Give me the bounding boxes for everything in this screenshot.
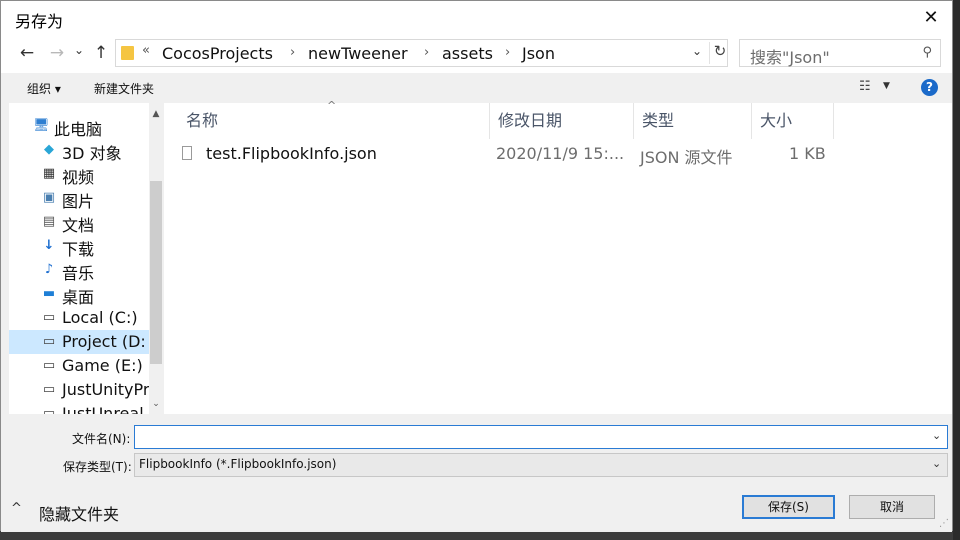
search-icon[interactable]: ⚲ [922,45,932,60]
filetype-label: 保存类型(T): [63,460,132,474]
breadcrumb-newtweener[interactable]: newTweener [308,44,408,63]
desktop-icon: ▬ [42,286,56,301]
file-row[interactable]: test.FlipbookInfo.json 2020/11/9 15:... … [172,141,832,167]
download-icon: ↓ [43,238,55,253]
chevron-up-icon: ^ [11,501,22,516]
background-editor-strip [953,0,960,540]
breadcrumb-separator[interactable]: › [290,45,295,60]
sidebar-item-label: Game (E:) [62,356,143,375]
view-options-icon[interactable]: ☷ [859,79,871,94]
sidebar-item-local-c[interactable]: ▭ Local (C:) [9,306,149,330]
filename-dropdown-icon[interactable]: ⌄ [932,429,941,442]
sidebar-item-label: JustUnreal [62,404,144,414]
address-bar[interactable]: « CocosProjects › newTweener › assets › … [115,39,728,67]
organize-button[interactable]: 组织 ▾ [27,80,61,97]
drive-c-icon: ▭ [42,310,56,325]
sidebar-item-3d-objects[interactable]: ◆ 3D 对象 [9,138,149,163]
close-icon[interactable]: ✕ [916,3,946,33]
sidebar-item-label: 图片 [62,192,95,211]
save-options-panel: 文件名(N): ⌄ 保存类型(T): FlipbookInfo (*.Flipb… [1,414,952,532]
help-icon[interactable]: ? [921,79,938,96]
column-header-date[interactable]: 修改日期 [490,103,634,139]
sidebar-item-label: 桌面 [62,288,95,307]
sidebar-item-justunity[interactable]: ▭ JustUnityPr [9,378,150,402]
3d-objects-icon: ◆ [44,142,54,157]
hide-folders-label: 隐藏文件夹 [39,505,120,524]
resize-grip-icon[interactable]: ⋰ [939,518,949,529]
sidebar-item-label: 3D 对象 [62,144,122,163]
sidebar-item-label: 音乐 [62,264,95,283]
column-header-name[interactable]: 名称 [178,103,490,139]
filename-label: 文件名(N): [72,432,131,446]
sidebar-item-game-e[interactable]: ▭ Game (E:) [9,354,149,378]
sidebar-item-videos[interactable]: ▦ 视频 [9,162,149,187]
drive-icon: ▭ [42,382,56,397]
navigation-pane: 🖥 此电脑 ◆ 3D 对象 ▦ 视频 ▣ 图片 ▤ 文档 ↓ 下载 ♪ 音乐 ▬ [9,103,163,414]
new-folder-button[interactable]: 新建文件夹 [94,80,154,97]
breadcrumb-assets[interactable]: assets [442,44,493,63]
drive-d-icon: ▭ [42,334,56,349]
folder-icon [121,46,134,60]
breadcrumb-json[interactable]: Json [522,44,555,63]
scroll-up-icon[interactable]: ▲ [149,107,163,121]
breadcrumb-separator[interactable]: › [505,45,510,60]
sidebar-item-label: 下载 [62,240,95,259]
file-size: 1 KB [789,144,826,163]
sidebar-item-music[interactable]: ♪ 音乐 [9,258,149,283]
cancel-button[interactable]: 取消 [849,495,935,519]
filetype-dropdown-icon[interactable]: ⌄ [932,457,941,470]
back-arrow-icon[interactable]: ← [15,40,39,66]
search-placeholder: 搜索"Json" [750,48,830,67]
file-type: JSON 源文件 [640,148,733,167]
window-title: 另存为 [15,12,64,31]
breadcrumb-cocosprojects[interactable]: CocosProjects [162,44,273,63]
computer-icon: 🖥 [33,118,50,133]
drive-icon: ▭ [42,406,56,414]
video-icon: ▦ [42,166,56,181]
sidebar-item-label: 文档 [62,216,95,235]
column-header-size[interactable]: 大小 [752,103,834,139]
column-header-type[interactable]: 类型 [634,103,752,139]
up-arrow-icon[interactable]: ↑ [89,40,113,66]
filetype-value: FlipbookInfo (*.FlipbookInfo.json) [139,457,337,471]
sidebar-item-downloads[interactable]: ↓ 下载 [9,234,149,259]
scrollbar-thumb[interactable] [150,181,162,364]
sidebar-item-label: 此电脑 [54,120,103,139]
sidebar-item-project-d[interactable]: ▭ Project (D: [9,330,149,354]
forward-arrow-icon[interactable]: → [45,40,69,66]
sidebar-item-desktop[interactable]: ▬ 桌面 [9,282,149,307]
documents-icon: ▤ [42,214,56,229]
view-dropdown-icon[interactable]: ▼ [883,81,890,91]
breadcrumb-overflow[interactable]: « [142,43,150,58]
filetype-select[interactable]: FlipbookInfo (*.FlipbookInfo.json) ⌄ [134,453,948,477]
filename-input[interactable] [134,425,948,449]
sidebar-item-documents[interactable]: ▤ 文档 [9,210,149,235]
file-date: 2020/11/9 15:... [496,144,625,163]
music-icon: ♪ [44,262,54,277]
sidebar-item-label: Local (C:) [62,308,138,327]
sidebar-scrollbar[interactable]: ▲ ⌄ [149,103,163,414]
pictures-icon: ▣ [42,190,56,205]
search-box[interactable]: 搜索"Json" ⚲ [739,39,941,67]
sidebar-item-label: JustUnityPr [62,380,150,399]
navigation-bar: ← → ⌄ ↑ « CocosProjects › newTweener › a… [1,35,952,73]
sidebar-item-this-pc[interactable]: 🖥 此电脑 [9,114,149,139]
drive-e-icon: ▭ [42,358,56,373]
json-file-icon [182,146,192,160]
address-dropdown-icon[interactable]: ⌄ [692,44,702,58]
title-bar: 另存为 ✕ [1,1,952,35]
sidebar-item-pictures[interactable]: ▣ 图片 [9,186,149,211]
command-toolbar: 组织 ▾ 新建文件夹 ☷ ▼ ? [1,73,952,103]
save-as-dialog: 另存为 ✕ ← → ⌄ ↑ « CocosProjects › newTween… [0,0,953,532]
sidebar-item-label: 视频 [62,168,95,187]
breadcrumb-separator[interactable]: › [424,45,429,60]
sidebar-item-justunreal[interactable]: ▭ JustUnreal [9,402,149,414]
refresh-icon[interactable]: ↻ [709,42,730,64]
file-name: test.FlipbookInfo.json [206,144,377,163]
sidebar-item-label: Project (D: [62,332,146,351]
scroll-down-icon[interactable]: ⌄ [149,397,163,411]
recent-locations-icon[interactable]: ⌄ [67,37,91,63]
file-list-pane: ^ 名称 修改日期 类型 大小 test.FlipbookInfo.json 2… [164,99,952,414]
save-button[interactable]: 保存(S) [742,495,835,519]
